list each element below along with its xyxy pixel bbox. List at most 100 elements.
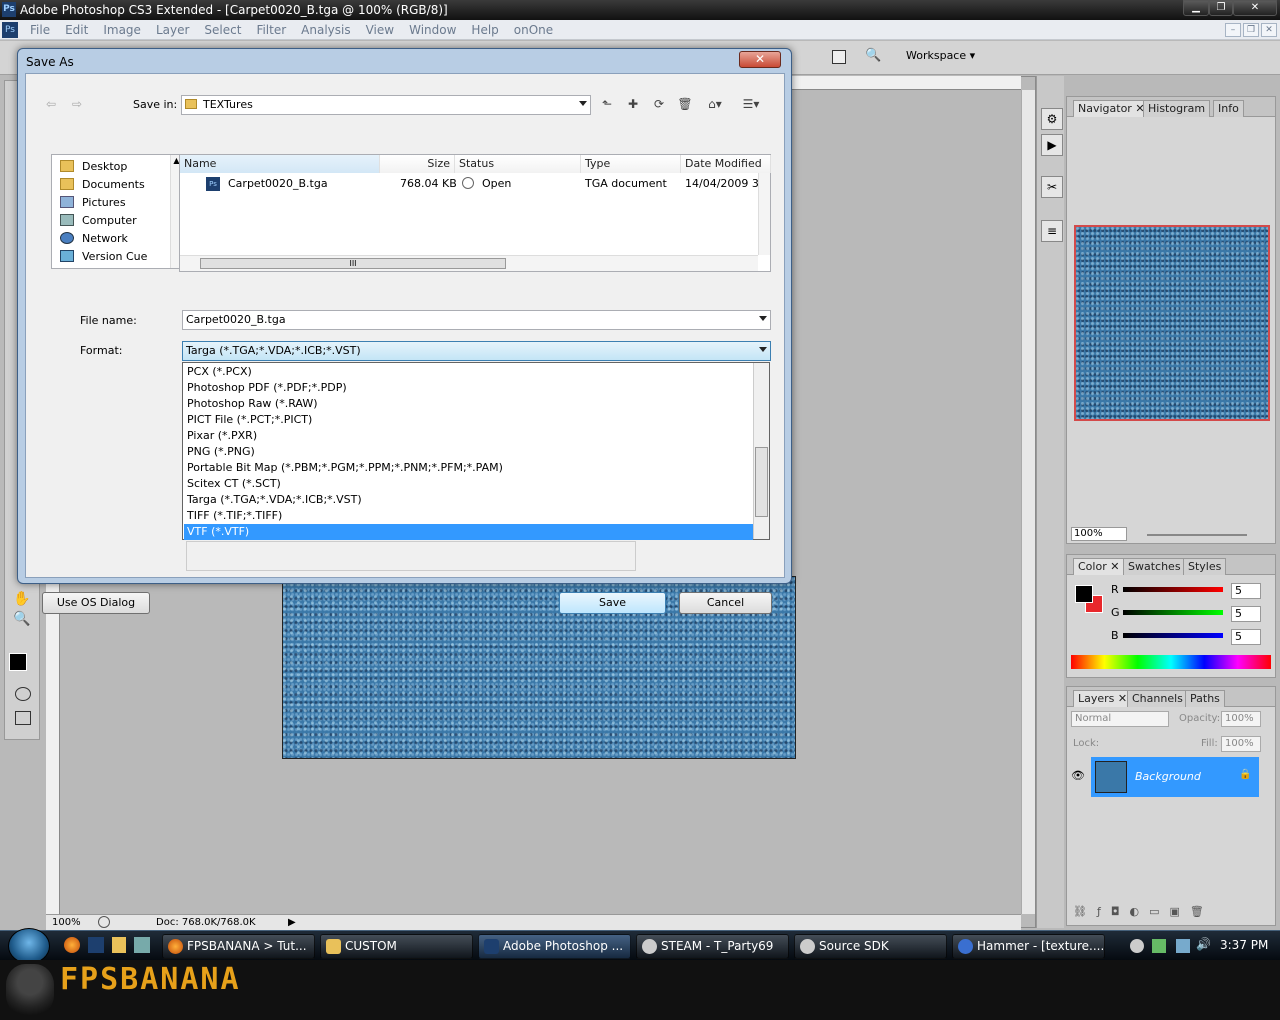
taskbar-item-source-sdk[interactable]: Source SDK	[794, 934, 947, 959]
dialog-close-button[interactable]: ✕	[739, 51, 781, 68]
format-option[interactable]: PNG (*.PNG)	[184, 444, 753, 460]
tab-histogram[interactable]: Histogram	[1143, 100, 1211, 117]
tools-menu-icon[interactable]: ⌂▾	[706, 96, 724, 112]
menu-analysis[interactable]: Analysis	[301, 20, 350, 40]
tab-paths[interactable]: Paths	[1185, 690, 1225, 707]
screen-mode-icon[interactable]	[15, 711, 31, 725]
doc-restore-button[interactable]: ❐	[1243, 23, 1259, 37]
volume-icon[interactable]: 🔊	[1196, 937, 1211, 951]
taskbar-item-photoshop[interactable]: Adobe Photoshop ...	[478, 934, 631, 959]
g-slider[interactable]	[1123, 610, 1223, 615]
status-menu-icon[interactable]	[98, 916, 110, 928]
hand-tool-icon[interactable]: ✋	[13, 591, 30, 607]
save-button[interactable]: Save	[559, 592, 666, 614]
tab-layers[interactable]: Layers ✕	[1073, 690, 1133, 707]
menu-help[interactable]: Help	[471, 20, 498, 40]
menu-layer[interactable]: Layer	[156, 20, 189, 40]
tab-color[interactable]: Color ✕	[1073, 558, 1125, 575]
workspace-menu[interactable]: Workspace ▾	[906, 49, 975, 62]
bridge-icon[interactable]: 🔍	[865, 48, 885, 66]
format-option[interactable]: Pixar (*.PXR)	[184, 428, 753, 444]
format-option-selected[interactable]: VTF (*.VTF)	[184, 524, 753, 540]
place-desktop[interactable]: Desktop	[60, 158, 127, 176]
format-option[interactable]: PCX (*.PCX)	[184, 364, 753, 380]
place-pictures[interactable]: Pictures	[60, 194, 126, 212]
menu-window[interactable]: Window	[409, 20, 456, 40]
tab-channels[interactable]: Channels	[1127, 690, 1188, 707]
menu-file[interactable]: File	[30, 20, 50, 40]
navigator-zoom[interactable]: 100%	[1071, 527, 1127, 541]
format-option[interactable]: Portable Bit Map (*.PBM;*.PGM;*.PPM;*.PN…	[184, 460, 753, 476]
dropdown-scrollbar[interactable]	[753, 363, 769, 539]
palette-well-icon[interactable]	[832, 50, 846, 64]
format-option[interactable]: Targa (*.TGA;*.VDA;*.ICB;*.VST)	[184, 492, 753, 508]
column-size[interactable]: Size	[380, 155, 455, 173]
views-menu-icon[interactable]: ☰▾	[742, 96, 760, 112]
format-option[interactable]: Photoshop PDF (*.PDF;*.PDP)	[184, 380, 753, 396]
r-slider[interactable]	[1123, 587, 1223, 592]
explorer-quicklaunch-icon[interactable]	[112, 937, 126, 953]
column-type[interactable]: Type	[581, 155, 681, 173]
place-network[interactable]: Network	[60, 230, 128, 248]
tab-info[interactable]: Info	[1213, 100, 1244, 117]
tool-presets-icon[interactable]: ✂	[1041, 176, 1063, 198]
b-value[interactable]: 5	[1231, 629, 1261, 645]
file-row[interactable]: Ps Carpet0020_B.tga 768.04 KB Open TGA d…	[180, 175, 759, 193]
save-in-combo[interactable]: TEXTures	[181, 95, 591, 115]
tray-icon[interactable]	[1152, 939, 1166, 953]
fill-field[interactable]: 100%	[1221, 736, 1261, 752]
file-list-hscrollbar[interactable]: III	[180, 255, 758, 271]
document-icon[interactable]: Ps	[2, 22, 18, 38]
visibility-eye-icon[interactable]: 👁	[1071, 769, 1087, 783]
column-date[interactable]: Date Modified	[681, 155, 771, 173]
refresh-icon[interactable]: ⟳	[650, 96, 668, 112]
color-ramp[interactable]	[1071, 655, 1271, 669]
opacity-field[interactable]: 100%	[1221, 711, 1261, 727]
format-select[interactable]: Targa (*.TGA;*.VDA;*.ICB;*.VST)	[182, 341, 771, 361]
desktop-quicklaunch-icon[interactable]	[134, 937, 150, 953]
r-value[interactable]: 5	[1231, 583, 1261, 599]
file-list-vscrollbar[interactable]	[758, 173, 770, 255]
hscroll-thumb[interactable]: III	[200, 258, 506, 269]
close-window-button[interactable]: ✕	[1233, 0, 1277, 16]
taskbar-item-steam[interactable]: STEAM - T_Party69	[636, 934, 789, 959]
g-value[interactable]: 5	[1231, 606, 1261, 622]
delete-icon[interactable]: 🗑	[676, 96, 694, 112]
place-computer[interactable]: Computer	[60, 212, 137, 230]
column-name[interactable]: Name	[180, 155, 380, 173]
new-folder-icon[interactable]: ✚	[624, 96, 642, 112]
file-name-input[interactable]: Carpet0020_B.tga	[182, 310, 771, 330]
notes-icon[interactable]: ≡	[1041, 220, 1063, 242]
taskbar-item-hammer[interactable]: Hammer - [texture....	[952, 934, 1105, 959]
tab-swatches[interactable]: Swatches	[1123, 558, 1186, 575]
format-option[interactable]: Photoshop Raw (*.RAW)	[184, 396, 753, 412]
foreground-swatch[interactable]	[1075, 585, 1093, 603]
doc-minimize-button[interactable]: –	[1225, 23, 1241, 37]
clock[interactable]: 3:37 PM	[1220, 938, 1268, 952]
doc-close-button[interactable]: ✕	[1261, 23, 1277, 37]
dropdown-scroll-thumb[interactable]	[755, 447, 768, 517]
column-status[interactable]: Status	[455, 155, 581, 173]
foreground-color-swatch[interactable]	[9, 653, 27, 671]
place-documents[interactable]: Documents	[60, 176, 145, 194]
menu-filter[interactable]: Filter	[256, 20, 286, 40]
taskbar-item-firefox[interactable]: FPSBANANA > Tut...	[162, 934, 315, 959]
blend-mode-select[interactable]: Normal	[1071, 711, 1169, 727]
format-option[interactable]: TIFF (*.TIF;*.TIFF)	[184, 508, 753, 524]
tab-navigator[interactable]: Navigator ✕	[1073, 100, 1150, 117]
format-option[interactable]: PICT File (*.PCT;*.PICT)	[184, 412, 753, 428]
steam-tray-icon[interactable]	[1130, 939, 1144, 953]
photoshop-quicklaunch-icon[interactable]	[88, 937, 104, 953]
layer-row-background[interactable]: Background 🔒	[1091, 757, 1259, 797]
zoom-tool-icon[interactable]: 🔍	[13, 611, 30, 627]
b-slider[interactable]	[1123, 633, 1223, 638]
firefox-quicklaunch-icon[interactable]	[64, 937, 80, 953]
navigator-zoom-slider[interactable]	[1147, 534, 1247, 536]
cancel-button[interactable]: Cancel	[679, 592, 772, 614]
use-os-dialog-button[interactable]: Use OS Dialog	[42, 592, 150, 614]
network-tray-icon[interactable]	[1176, 939, 1190, 953]
minimize-button[interactable]: ▁	[1183, 0, 1209, 16]
maximize-button[interactable]: ❐	[1209, 0, 1233, 16]
actions-icon[interactable]: ▶	[1041, 134, 1063, 156]
brushes-icon[interactable]: ⚙	[1041, 108, 1063, 130]
